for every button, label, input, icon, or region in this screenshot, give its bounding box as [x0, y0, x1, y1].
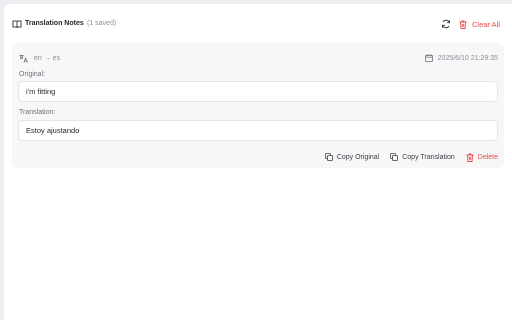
book-icon	[12, 19, 22, 29]
copy-original-button[interactable]: Copy Original	[324, 153, 380, 161]
language-pair: en → es	[19, 53, 60, 63]
original-text-field[interactable]: i'm fitting	[18, 81, 498, 102]
refresh-icon	[442, 19, 450, 29]
translate-icon	[19, 54, 28, 63]
translation-label: Translation:	[19, 109, 56, 116]
page-title: Translation Notes	[25, 20, 84, 27]
language-pair-label: en → es	[34, 54, 61, 62]
trash-icon	[459, 20, 467, 29]
translation-notes-panel: Translation Notes (1 saved) Clear All en…	[4, 4, 512, 320]
clear-all-label: Clear All	[472, 19, 500, 29]
copy-icon	[324, 153, 333, 161]
delete-label: Delete	[477, 153, 498, 161]
copy-original-label: Copy Original	[336, 153, 380, 161]
panel-header: Translation Notes (1 saved) Clear All	[4, 4, 512, 44]
original-label: Original:	[19, 71, 46, 78]
copy-translation-label: Copy Translation	[402, 153, 455, 161]
delete-button[interactable]: Delete	[466, 153, 498, 162]
timestamp: 2025/6/10 21:29:35	[424, 53, 498, 63]
clear-all-button[interactable]: Clear All	[459, 18, 500, 30]
note-card: en → es 2025/6/10 21:29:35 Original: i'm…	[12, 43, 504, 168]
translation-text-field[interactable]: Estoy ajustando	[18, 120, 498, 141]
copy-translation-button[interactable]: Copy Translation	[390, 153, 455, 161]
saved-count: (1 saved)	[87, 20, 117, 27]
copy-icon	[390, 153, 399, 161]
timestamp-label: 2025/6/10 21:29:35	[437, 54, 498, 62]
calendar-icon	[424, 54, 433, 62]
trash-icon	[466, 153, 474, 162]
refresh-button[interactable]	[441, 19, 451, 29]
note-actions: Copy Original Copy Translation Delete	[324, 151, 498, 163]
